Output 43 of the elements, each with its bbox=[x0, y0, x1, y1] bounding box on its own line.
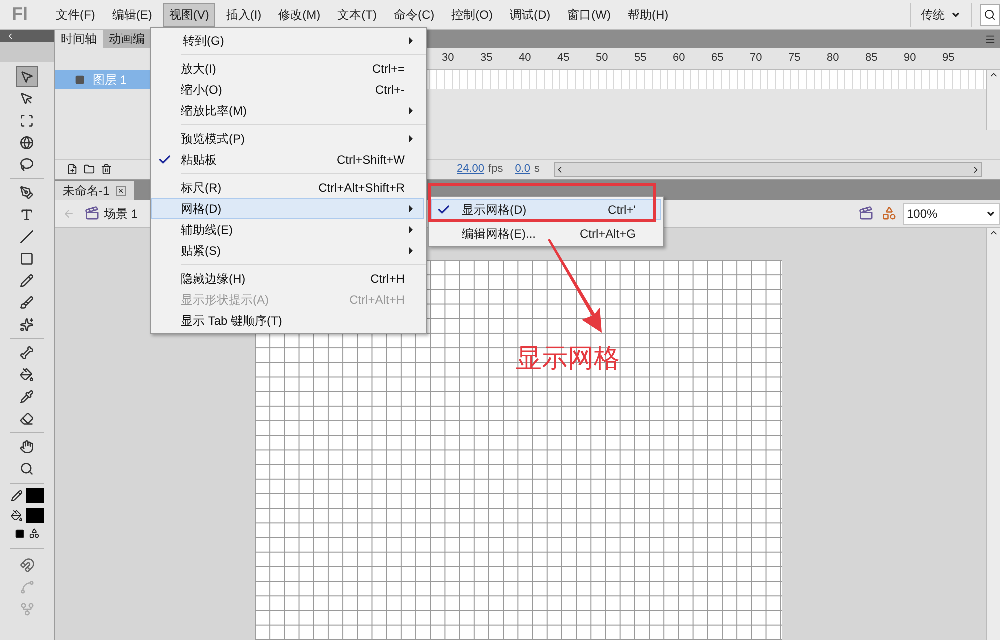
menu-entry-label: 预览模式(P) bbox=[181, 130, 246, 148]
frame-number: 85 bbox=[866, 50, 879, 66]
menu-entry-label: 缩小(O) bbox=[181, 82, 224, 98]
frame-number: 70 bbox=[750, 50, 764, 66]
frame-number: 75 bbox=[788, 50, 802, 66]
menu-entry-label: 缩放比率(M) bbox=[181, 102, 248, 120]
menu-entry-label: 显示 Tab 键顺序(T) bbox=[181, 312, 284, 330]
menu-entry-label: 标尺(R) bbox=[181, 180, 223, 196]
annotation-text: 显示网格 bbox=[516, 343, 620, 375]
frame-number: 50 bbox=[596, 50, 610, 66]
app-logo: Fl bbox=[12, 3, 28, 26]
frame-number: 60 bbox=[673, 50, 686, 66]
frame-number: 80 bbox=[827, 50, 840, 66]
shortcut-label: Ctrl+H bbox=[370, 270, 405, 288]
menu-entry-label: 辅助线(E) bbox=[181, 222, 234, 238]
frame-number: 95 bbox=[942, 50, 956, 66]
menu-entry-label: 转到(G) bbox=[183, 32, 226, 50]
shortcut-label: Ctrl+- bbox=[375, 82, 405, 98]
frame-number: 45 bbox=[558, 50, 571, 66]
shortcut-label: Ctrl+Shift+W bbox=[336, 152, 405, 168]
menu-entry-label: 隐藏边缘(H) bbox=[181, 270, 247, 288]
frame-number: 65 bbox=[712, 50, 725, 66]
zoom-value: 100% bbox=[907, 206, 938, 222]
shortcut-label: Ctrl+= bbox=[372, 60, 405, 78]
menu-entry-label: 放大(I) bbox=[181, 60, 218, 78]
shortcut-label: Ctrl+' bbox=[608, 202, 636, 218]
time-unit: s bbox=[534, 162, 540, 178]
shortcut-label: Ctrl+Alt+H bbox=[350, 292, 405, 308]
shortcut-label: Ctrl+Alt+G bbox=[580, 226, 636, 242]
frame-number: 55 bbox=[634, 50, 648, 66]
menu-entry-label: 显示网格(D) bbox=[462, 202, 528, 218]
frame-number: 90 bbox=[904, 50, 918, 66]
frame-number: 30 bbox=[442, 50, 456, 66]
shortcut-label: Ctrl+Alt+Shift+R bbox=[318, 180, 405, 196]
menu-entry-label: 贴紧(S) bbox=[181, 242, 222, 260]
menu-entry-label: 粘贴板 bbox=[181, 152, 218, 168]
frame-number: 40 bbox=[519, 50, 532, 66]
layer-name: 图层 1 bbox=[93, 72, 128, 88]
menu-entry-label: 网格(D) bbox=[181, 200, 223, 218]
menu-entry-label: 编辑网格(E)... bbox=[462, 226, 537, 242]
frame-rate-unit: fps bbox=[488, 162, 504, 178]
frame-number: 35 bbox=[480, 50, 494, 66]
menu-entry-label: 显示形状提示(A) bbox=[181, 292, 270, 308]
